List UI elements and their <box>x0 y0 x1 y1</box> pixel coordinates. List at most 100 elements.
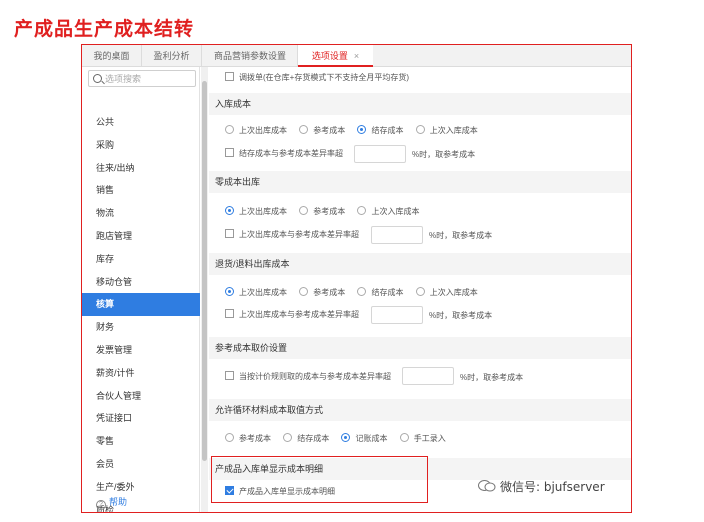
page-title: 产成品生产成本结转 <box>14 18 195 40</box>
zero-cost-suffix: %时，取参考成本 <box>429 231 493 240</box>
radio-label: 上次出库成本 <box>239 126 287 135</box>
radio-icon <box>357 287 367 296</box>
radio-zero-last-in[interactable]: 上次入库成本 <box>357 205 419 219</box>
radio-icon <box>299 206 309 215</box>
sidebar-item-voucher[interactable]: 凭证接口 <box>82 407 200 430</box>
zero-cost-radio-group: 上次出库成本 参考成本 上次入库成本 <box>225 205 429 219</box>
sidebar-item-mobile-warehouse[interactable]: 移动仓管 <box>82 271 200 294</box>
check-label: 上次出库成本与参考成本差异率超 <box>239 230 359 239</box>
check-label: 当按计价规则取的成本与参考成本差异率超 <box>239 372 391 381</box>
sidebar-item-member[interactable]: 会员 <box>82 453 200 476</box>
tab-bar: 我的桌面 盈利分析 商品营销参数设置 选项设置 × <box>82 45 631 67</box>
radio-label: 结存成本 <box>371 126 404 135</box>
radio-label: 参考成本 <box>313 288 346 297</box>
return-cost-variance-input[interactable] <box>371 306 423 324</box>
return-cost-variance-row[interactable]: 上次出库成本与参考成本差异率超 <box>225 308 359 322</box>
section-zero-cost: 零成本出库 <box>209 171 631 193</box>
transfer-checkbox[interactable] <box>225 72 234 81</box>
inbound-variance-input[interactable] <box>354 145 406 163</box>
radio-return-last-in[interactable]: 上次入库成本 <box>415 286 478 300</box>
radio-label: 上次入库成本 <box>371 207 420 216</box>
section-recycle-material: 允许循环材料成本取值方式 <box>209 399 631 421</box>
tab-options-settings[interactable]: 选项设置 × <box>298 45 373 67</box>
radio-selected-icon <box>225 206 234 215</box>
sidebar-item-logistics[interactable]: 物流 <box>82 202 200 225</box>
ref-cost-variance-checkbox[interactable] <box>225 371 234 380</box>
sidebar-item-invoice[interactable]: 发票管理 <box>82 339 200 362</box>
sidebar-item-inventory[interactable]: 库存 <box>82 248 200 271</box>
radio-label: 参考成本 <box>239 434 271 443</box>
radio-recycle-booked[interactable]: 记账成本 <box>341 432 387 446</box>
search-box <box>88 70 196 87</box>
zero-cost-variance-input[interactable] <box>371 226 423 244</box>
radio-zero-last-out[interactable]: 上次出库成本 <box>225 205 287 219</box>
scroll-thumb[interactable] <box>202 81 207 461</box>
tab-marketing-params[interactable]: 商品营销参数设置 <box>203 45 298 67</box>
radio-return-balance[interactable]: 结存成本 <box>357 286 403 300</box>
close-icon[interactable]: × <box>354 51 359 61</box>
ref-cost-variance-input[interactable] <box>402 367 454 385</box>
radio-icon <box>299 125 309 134</box>
radio-label: 手工录入 <box>413 434 446 443</box>
app-window: 我的桌面 盈利分析 商品营销参数设置 选项设置 × 公共 采购 往来/出纳 销售 … <box>81 44 632 513</box>
ref-cost-suffix: %时，取参考成本 <box>460 373 524 382</box>
sidebar-item-payroll[interactable]: 薪资/计件 <box>82 362 200 385</box>
radio-label: 上次出库成本 <box>239 288 287 297</box>
radio-inbound-last-in[interactable]: 上次入库成本 <box>415 124 478 138</box>
sidebar-item-finance[interactable]: 财务 <box>82 316 200 339</box>
sidebar-item-retail[interactable]: 零售 <box>82 430 200 453</box>
radio-selected-icon <box>357 125 367 134</box>
radio-selected-icon <box>225 287 234 296</box>
tab-desktop[interactable]: 我的桌面 <box>82 45 142 67</box>
sidebar: 公共 采购 往来/出纳 销售 物流 跑店管理 库存 移动仓管 核算 财务 发票管… <box>82 67 200 512</box>
section-reference-pricing: 参考成本取价设置 <box>209 337 631 359</box>
recycle-radio-group: 参考成本 结存成本 记账成本 手工录入 <box>225 432 456 446</box>
radio-inbound-last-out[interactable]: 上次出库成本 <box>225 124 287 138</box>
radio-zero-reference[interactable]: 参考成本 <box>299 205 345 219</box>
inbound-variance-row[interactable]: 结存成本与参考成本差异率超 <box>225 147 343 161</box>
radio-icon <box>299 287 309 296</box>
radio-label: 结存成本 <box>297 434 330 443</box>
sidebar-item-accounting[interactable]: 核算 <box>82 293 200 317</box>
watermark-text: 微信号: bjufserver <box>500 480 605 494</box>
radio-inbound-balance[interactable]: 结存成本 <box>357 124 403 138</box>
return-cost-variance-checkbox[interactable] <box>225 309 234 318</box>
sidebar-nav: 公共 采购 往来/出纳 销售 物流 跑店管理 库存 移动仓管 核算 财务 发票管… <box>82 111 200 512</box>
section-inbound-cost: 入库成本 <box>209 93 631 115</box>
radio-label: 结存成本 <box>371 288 404 297</box>
radio-return-reference[interactable]: 参考成本 <box>299 286 345 300</box>
tab-profit-analysis[interactable]: 盈利分析 <box>142 45 202 67</box>
radio-recycle-manual[interactable]: 手工录入 <box>399 432 446 446</box>
highlight-box <box>211 456 428 503</box>
ref-cost-variance-row[interactable]: 当按计价规则取的成本与参考成本差异率超 <box>225 370 391 384</box>
sidebar-scrollbar[interactable] <box>201 67 208 512</box>
sidebar-item-store-visits[interactable]: 跑店管理 <box>82 225 200 248</box>
radio-return-last-out[interactable]: 上次出库成本 <box>225 286 287 300</box>
sidebar-item-accounts[interactable]: 往来/出纳 <box>82 157 200 180</box>
radio-label: 上次入库成本 <box>429 126 478 135</box>
transfer-option-row[interactable]: 调拨单(在仓库+存货模式下不支持全月平均存货) <box>225 71 409 85</box>
zero-cost-variance-checkbox[interactable] <box>225 229 234 238</box>
section-return-cost: 退货/退料出库成本 <box>209 253 631 275</box>
check-label: 结存成本与参考成本差异率超 <box>239 149 343 158</box>
transfer-label: 调拨单(在仓库+存货模式下不支持全月平均存货) <box>239 73 409 82</box>
radio-selected-icon <box>341 433 351 442</box>
sidebar-item-partner[interactable]: 合伙人管理 <box>82 385 200 408</box>
inbound-radio-group: 上次出库成本 参考成本 结存成本 上次入库成本 <box>225 124 488 138</box>
sidebar-item-public[interactable]: 公共 <box>82 111 200 134</box>
question-icon: ? <box>96 500 106 510</box>
radio-recycle-reference[interactable]: 参考成本 <box>225 432 271 446</box>
radio-icon <box>415 125 425 134</box>
help-link[interactable]: ? 帮助 <box>96 495 127 510</box>
sidebar-item-sales[interactable]: 销售 <box>82 179 200 202</box>
zero-cost-variance-row[interactable]: 上次出库成本与参考成本差异率超 <box>225 228 359 242</box>
radio-recycle-balance[interactable]: 结存成本 <box>283 432 329 446</box>
radio-inbound-reference[interactable]: 参考成本 <box>299 124 345 138</box>
search-input[interactable] <box>105 72 193 85</box>
search-icon <box>93 74 102 83</box>
radio-icon <box>283 433 293 442</box>
radio-label: 参考成本 <box>313 126 346 135</box>
watermark: 微信号: bjufserver <box>478 478 605 495</box>
inbound-variance-checkbox[interactable] <box>225 148 234 157</box>
sidebar-item-purchase[interactable]: 采购 <box>82 134 200 157</box>
